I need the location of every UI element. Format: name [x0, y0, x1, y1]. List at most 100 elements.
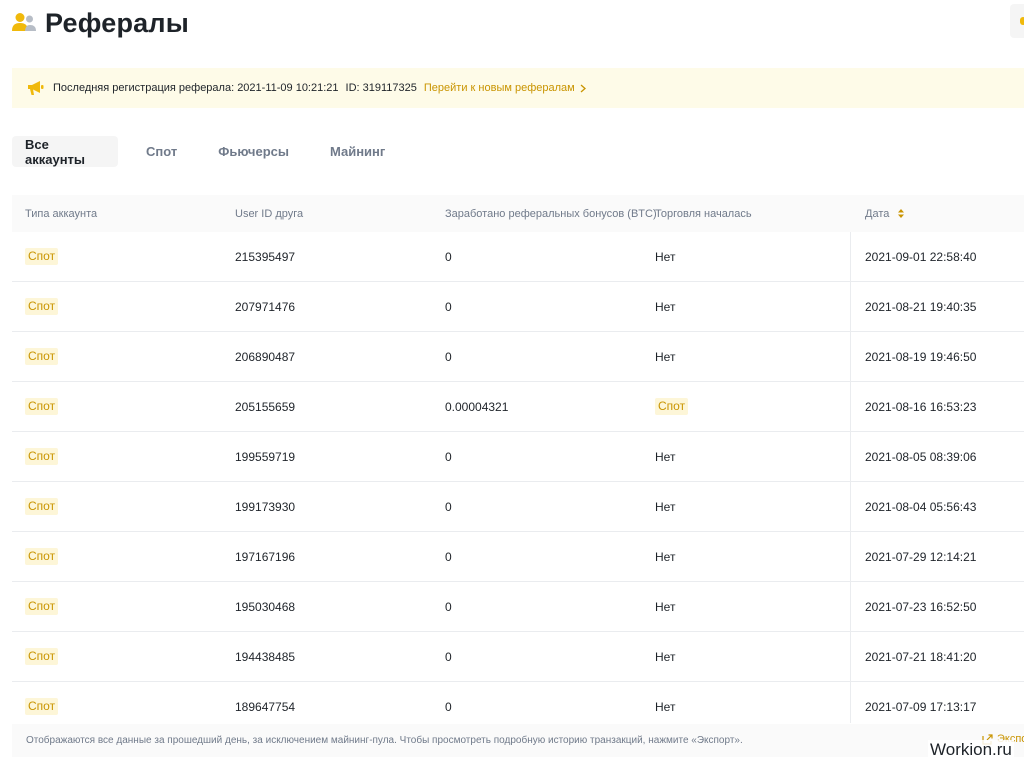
- cell-date: 2021-07-23 16:52:50: [865, 600, 976, 614]
- users-icon: [12, 12, 36, 34]
- cell-earned-bonus: 0: [445, 500, 452, 514]
- cell-user-id-value: 197167196: [235, 549, 296, 564]
- cell-account-type: Спот: [25, 248, 59, 265]
- cell-trading-started-value: Нет: [655, 499, 676, 514]
- last-registration-text: Последняя регистрация реферала: 2021-11-…: [53, 82, 339, 94]
- header-date-label: Дата: [865, 207, 890, 220]
- cell-user-id-value: 215395497: [235, 249, 296, 264]
- cell-user-id: 195030468: [235, 600, 295, 614]
- cell-user-id-value: 206890487: [235, 349, 296, 364]
- cell-user-id: 207971476: [235, 300, 295, 314]
- cell-date-value: 2021-08-05 08:39:06: [865, 449, 977, 464]
- tab-mining[interactable]: Майнинг: [317, 136, 398, 167]
- cell-trading-started: Спот: [655, 398, 689, 415]
- new-referrals-link-label: Перейти к новым рефералам: [423, 82, 575, 94]
- cell-user-id: 206890487: [235, 350, 295, 364]
- cell-user-id-value: 189647754: [235, 699, 296, 714]
- cell-date: 2021-09-01 22:58:40: [865, 250, 976, 264]
- cell-date-value: 2021-07-23 16:52:50: [865, 599, 977, 614]
- cell-earned-bonus: 0: [445, 250, 452, 264]
- cell-account-type-value: Спот: [25, 398, 59, 415]
- cell-trading-started: Нет: [655, 350, 675, 364]
- cell-account-type: Спот: [25, 398, 59, 415]
- header-date[interactable]: Дата: [865, 207, 905, 220]
- cell-trading-started-value: Нет: [655, 549, 676, 564]
- megaphone-icon: [27, 80, 44, 96]
- table-header: Типа аккаунта User ID друга Заработано р…: [12, 195, 1024, 232]
- table-row: Спот 194438485 0 Нет 2021-07-21 18:41:20: [12, 632, 1024, 682]
- cell-user-id-value: 194438485: [235, 649, 296, 664]
- cell-account-type-value: Спот: [25, 298, 59, 315]
- cell-account-type-value: Спот: [25, 348, 59, 365]
- header-user-id: User ID друга: [235, 207, 304, 220]
- cell-account-type: Спот: [25, 648, 59, 665]
- table-body: Спот 215395497 0 Нет 2021-09-01 22:58:40 Спот…: [12, 232, 1024, 732]
- referrals-page: Рефералы Последняя регистрация реферала:…: [0, 0, 1024, 764]
- cell-earned-bonus-value: 0: [445, 299, 452, 314]
- cell-earned-bonus-value: 0: [445, 699, 452, 714]
- cell-trading-started-value: Нет: [655, 299, 676, 314]
- cell-date-value: 2021-07-29 12:14:21: [865, 549, 977, 564]
- cell-account-type-value: Спот: [25, 648, 59, 665]
- table-footer: Отображаются все данные за прошедший ден…: [12, 724, 1024, 757]
- cell-earned-bonus-value: 0: [445, 349, 452, 364]
- cell-user-id-value: 205155659: [235, 399, 296, 414]
- tab-spot[interactable]: Спот: [133, 136, 190, 167]
- cell-earned-bonus: 0: [445, 650, 452, 664]
- tab-futures[interactable]: Фьючерсы: [205, 136, 302, 167]
- cell-user-id-value: 195030468: [235, 599, 296, 614]
- cell-account-type: Спот: [25, 348, 59, 365]
- cell-user-id-value: 199173930: [235, 499, 296, 514]
- cell-date: 2021-07-29 12:14:21: [865, 550, 976, 564]
- watermark-logo: Workion.ru: [928, 740, 1014, 760]
- cell-account-type-value: Спот: [25, 498, 59, 515]
- cell-earned-bonus-value: 0: [445, 649, 452, 664]
- cell-date-value: 2021-07-21 18:41:20: [865, 649, 977, 664]
- sort-icon[interactable]: [898, 209, 905, 219]
- cell-earned-bonus: 0.00004321: [445, 400, 508, 414]
- cell-account-type: Спот: [25, 548, 59, 565]
- cell-date-value: 2021-08-16 16:53:23: [865, 399, 977, 414]
- cell-user-id: 194438485: [235, 650, 295, 664]
- page-header: Рефералы: [12, 4, 189, 42]
- table-row: Спот 215395497 0 Нет 2021-09-01 22:58:40: [12, 232, 1024, 282]
- new-referrals-link[interactable]: Перейти к новым рефералам: [424, 82, 586, 94]
- cell-trading-started-value: Нет: [655, 249, 676, 264]
- cell-account-type: Спот: [25, 598, 59, 615]
- header-account-type: Типа аккаунта: [25, 207, 98, 220]
- cell-date: 2021-08-04 05:56:43: [865, 500, 976, 514]
- cell-earned-bonus-value: 0: [445, 499, 452, 514]
- cell-date: 2021-07-09 17:13:17: [865, 700, 976, 714]
- header-trading-started: Торговля началась: [655, 207, 752, 220]
- cell-user-id: 199559719: [235, 450, 295, 464]
- cell-account-type: Спот: [25, 298, 59, 315]
- cell-date: 2021-08-21 19:40:35: [865, 300, 976, 314]
- cell-date-value: 2021-08-19 19:46:50: [865, 349, 977, 364]
- cell-date-value: 2021-08-21 19:40:35: [865, 299, 977, 314]
- cell-earned-bonus: 0: [445, 300, 452, 314]
- cell-trading-started: Нет: [655, 650, 675, 664]
- cell-user-id: 205155659: [235, 400, 295, 414]
- cell-account-type-value: Спот: [25, 548, 59, 565]
- cell-trading-started: Нет: [655, 600, 675, 614]
- cell-earned-bonus-value: 0.00004321: [445, 399, 509, 414]
- cell-account-type-value: Спот: [25, 448, 59, 465]
- cell-trading-started-value: Нет: [655, 699, 676, 714]
- cell-date: 2021-08-05 08:39:06: [865, 450, 976, 464]
- cell-earned-bonus-value: 0: [445, 449, 452, 464]
- account-tabs: Все аккаунты Спот Фьючерсы Майнинг: [12, 136, 398, 167]
- notice-banner: Последняя регистрация реферала: 2021-11-…: [12, 68, 1024, 108]
- cell-trading-started: Нет: [655, 450, 675, 464]
- cell-account-type: Спот: [25, 448, 59, 465]
- cell-date: 2021-07-21 18:41:20: [865, 650, 976, 664]
- cell-date: 2021-08-16 16:53:23: [865, 400, 976, 414]
- cell-earned-bonus-value: 0: [445, 249, 452, 264]
- tab-all-accounts[interactable]: Все аккаунты: [12, 136, 118, 167]
- cell-earned-bonus-value: 0: [445, 599, 452, 614]
- cell-trading-started: Нет: [655, 700, 675, 714]
- table-row: Спот 205155659 0.00004321 Спот 2021-08-16 16…: [12, 382, 1024, 432]
- referral-id-text: ID: 319117325: [345, 82, 417, 94]
- top-right-button[interactable]: [1010, 4, 1024, 38]
- cell-date-value: 2021-09-01 22:58:40: [865, 249, 977, 264]
- cell-account-type-value: Спот: [25, 248, 59, 265]
